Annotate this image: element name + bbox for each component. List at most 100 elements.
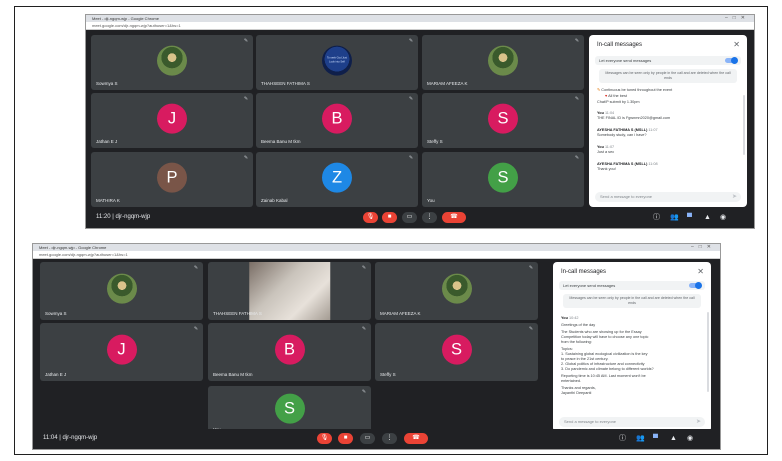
activities-icon[interactable]: ▲ [670, 434, 677, 444]
present-button[interactable]: ▭ [402, 212, 417, 223]
participant-tile[interactable]: ✎ J Jathan E J [40, 323, 203, 381]
send-icon[interactable]: ➤ [696, 418, 701, 425]
message-text: Thank you! [597, 167, 616, 171]
chat-info-box: Messages can be seen only by people in t… [599, 69, 737, 83]
message-text: 3. Do pandemic and climate belong to dif… [561, 367, 654, 371]
info-icon[interactable]: ⓘ [653, 213, 660, 223]
participant-name: Jathan E J [96, 139, 118, 144]
mic-off-icon: 🎙 [320, 435, 329, 441]
profile-photo [106, 273, 137, 304]
compose-placeholder: Send a message to everyone [564, 419, 617, 424]
meet-screenshot-2: Meet - djr-ngqm-wjp - Google Chrome –□✕ … [33, 244, 720, 449]
message-text: THE FINAL ID is Fgwnmn2020@gmail.com [597, 116, 671, 120]
participant-tile[interactable]: ✎ J Jathan E J [91, 93, 253, 148]
chat-info-box: Messages can be seen only by people in t… [563, 294, 701, 308]
message-time: 11:07 [604, 145, 615, 149]
participant-tile[interactable]: ✎ S Steffy S [375, 323, 538, 381]
message-compose[interactable]: Send a message to everyone ➤ [595, 192, 741, 202]
mic-muted-icon: ✎ [243, 96, 249, 102]
participant-tile[interactable]: ✎ Sowmya S [91, 35, 253, 90]
participant-tile[interactable]: ✎ Z Zainab Kabal [256, 152, 418, 207]
meeting-toolbar: 11:20 | djr-ngqm-wjp 🎙 ■ ▭ ⋮ ☎ ⓘ 👥 ▀ ▲ ◉ [86, 208, 754, 228]
avatar: J [157, 103, 187, 134]
camera-off-icon: ■ [387, 214, 392, 220]
send-messages-setting: Let everyone send messages [559, 281, 705, 290]
present-icon: ▭ [364, 435, 371, 441]
mic-off-button[interactable]: 🎙 [363, 212, 378, 223]
send-messages-toggle[interactable] [689, 282, 702, 289]
mic-muted-icon: ✎ [361, 326, 367, 332]
participant-name: You [427, 198, 435, 203]
message-text: Greetings of the day [561, 323, 596, 327]
address-url: meet.google.com/djr-ngqm-wjp?authuser=1&… [39, 252, 128, 257]
chat-panel-title: In-call messages [561, 269, 607, 275]
activities-icon[interactable]: ▲ [704, 213, 711, 223]
mic-muted-icon: ✎ [243, 38, 249, 44]
avatar: J [106, 334, 137, 365]
mic-muted-icon: ✎ [574, 38, 580, 44]
participant-tile[interactable]: ✎ MARIAM AFEEZA K [375, 262, 538, 320]
present-button[interactable]: ▭ [360, 433, 375, 444]
participant-tile[interactable]: ✎ To seek God Just Look into Self THAHSEEN… [256, 35, 418, 90]
meeting-code: djr-ngqm-wjp [62, 435, 98, 441]
message-time: 11:04 [604, 111, 615, 115]
camera-off-button[interactable]: ■ [382, 212, 397, 223]
chat-scrollbar[interactable] [743, 95, 745, 155]
chat-info-text: Messages can be seen only by people in t… [605, 71, 731, 80]
message-text: Jayanthi Deepanti [561, 391, 592, 395]
browser-title: Meet - djr-ngqm-wjp - Google Chrome [39, 245, 107, 250]
chat-icon[interactable]: ▀ [687, 213, 692, 223]
leave-call-button[interactable]: ☎ [404, 433, 428, 444]
participant-tile[interactable]: ✎ THAHSEEN FATHIMA S [208, 262, 371, 320]
address-bar[interactable]: meet.google.com/djr-ngqm-wjp?authuser=1&… [86, 22, 754, 30]
logo-text: To seek God Just Look into Self [326, 56, 348, 64]
host-controls-icon[interactable]: ◉ [720, 213, 726, 223]
avatar: P [157, 162, 187, 193]
people-icon[interactable]: 👥 [636, 434, 645, 444]
participant-tile[interactable]: ✎ S Steffy S [422, 93, 584, 148]
people-icon[interactable]: 👥 [670, 213, 679, 223]
more-options-button[interactable]: ⋮ [422, 212, 437, 223]
leave-call-button[interactable]: ☎ [442, 212, 466, 223]
meeting-time: 11:20 [96, 214, 111, 220]
participant-tile[interactable]: ✎ S You [422, 152, 584, 207]
chat-icon[interactable]: ▀ [653, 434, 658, 444]
mic-muted-icon: ✎ [193, 265, 199, 271]
mic-muted-icon: ✎ [528, 326, 534, 332]
chat-scrollbar[interactable] [707, 312, 709, 392]
participant-tile[interactable]: ✎ B Beema Banu M tkm [256, 93, 418, 148]
message-compose[interactable]: Send a message to everyone ➤ [559, 417, 705, 427]
profile-logo: To seek God Just Look into Self [322, 45, 352, 76]
message-text: Somebody study, can i have? [597, 133, 647, 137]
more-options-button[interactable]: ⋮ [382, 433, 397, 444]
meeting-info: 11:04 | djr-ngqm-wjp [43, 435, 98, 441]
address-bar[interactable]: meet.google.com/djr-ngqm-wjp?authuser=1&… [33, 251, 720, 259]
info-icon[interactable]: ⓘ [619, 434, 626, 444]
browser-title: Meet - dji-ngqm-wjp - Google Chrome [92, 16, 159, 21]
send-messages-toggle[interactable] [725, 57, 738, 64]
host-controls-icon[interactable]: ◉ [687, 434, 693, 444]
window-controls[interactable]: –□✕ [725, 15, 750, 22]
close-icon[interactable]: ✕ [733, 40, 740, 49]
participant-tile[interactable]: ✎ MARIAM AFEEZA K [422, 35, 584, 90]
avatar: B [322, 103, 352, 134]
chat-panel-title: In-call messages [597, 42, 643, 48]
present-icon: ▭ [406, 214, 413, 220]
avatar: S [488, 162, 518, 193]
window-controls[interactable]: –□✕ [691, 244, 716, 251]
participant-tile[interactable]: ✎ Sowmya S [40, 262, 203, 320]
participant-tile[interactable]: ✎ P MATHIRA K [91, 152, 253, 207]
camera-off-button[interactable]: ■ [338, 433, 353, 444]
send-icon[interactable]: ➤ [732, 193, 737, 200]
browser-title-bar: Meet - djr-ngqm-wjp - Google Chrome –□✕ [33, 244, 720, 251]
chat-panel: In-call messages ✕ Let everyone send mes… [589, 35, 747, 207]
participant-name: Sowmya S [96, 81, 118, 86]
avatar: S [488, 103, 518, 134]
participant-tile[interactable]: ✎ B Beema Banu M tkm [208, 323, 371, 381]
meeting-toolbar: 11:04 | djr-ngqm-wjp 🎙 ■ ▭ ⋮ ☎ ⓘ 👥 ▀ ▲ ◉ [33, 429, 720, 449]
mic-off-button[interactable]: 🎙 [317, 433, 332, 444]
compose-placeholder: Send a message to everyone [600, 194, 653, 199]
close-icon[interactable]: ✕ [697, 267, 704, 276]
browser-title-bar: Meet - dji-ngqm-wjp - Google Chrome –□✕ [86, 15, 754, 22]
meeting-time: 11:04 [43, 435, 58, 441]
